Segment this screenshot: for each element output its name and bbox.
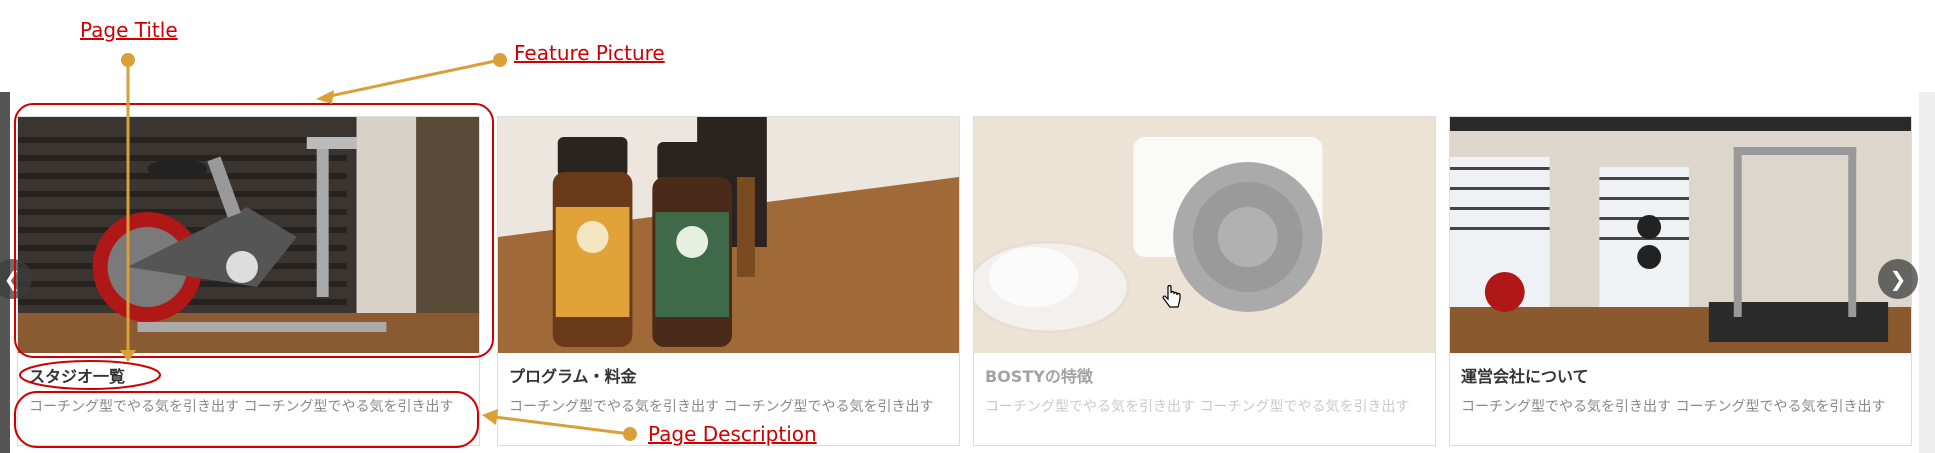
hand-pointer-icon xyxy=(1162,285,1181,308)
next-slide-button[interactable]: ❯ xyxy=(1878,259,1918,299)
page-title[interactable]: 運営会社について xyxy=(1461,363,1589,387)
page-title[interactable]: プログラム・料金 xyxy=(509,363,637,387)
annotation-feature-picture: Feature Picture xyxy=(514,41,665,65)
page-description: コーチング型でやる気を引き出す コーチング型でやる気を引き出す xyxy=(509,399,934,415)
page-description: コーチング型でやる気を引き出す コーチング型でやる気を引き出す xyxy=(1461,399,1886,415)
camera-photo[interactable] xyxy=(974,117,1435,353)
annotation-page-description: Page Description xyxy=(648,422,817,446)
card-slider: スタジオ一覧 コーチング型でやる気を引き出す コーチング型でやる気を引き出す プ… xyxy=(0,0,1935,453)
page-title[interactable]: BOSTYの特徴 xyxy=(985,363,1093,387)
page-card-studios[interactable]: スタジオ一覧 コーチング型でやる気を引き出す コーチング型でやる気を引き出す xyxy=(17,116,480,446)
page-card-company-info[interactable]: 運営会社について コーチング型でやる気を引き出す コーチング型でやる気を引き出す xyxy=(1449,116,1912,446)
page-card-program-pricing[interactable]: プログラム・料金 コーチング型でやる気を引き出す コーチング型でやる気を引き出す xyxy=(497,116,960,446)
exercise-bike-photo[interactable] xyxy=(18,117,479,353)
chevron-right-icon: ❯ xyxy=(1889,267,1907,291)
page-card-bosty-features[interactable]: BOSTYの特徴 コーチング型でやる気を引き出す コーチング型でやる気を引き出す xyxy=(973,116,1436,446)
page-description: コーチング型でやる気を引き出す コーチング型でやる気を引き出す xyxy=(29,399,454,415)
essential-oil-bottles-photo[interactable] xyxy=(498,117,959,353)
gym-interior-photo[interactable] xyxy=(1450,117,1911,353)
page-title[interactable]: スタジオ一覧 xyxy=(29,363,125,387)
page-description: コーチング型でやる気を引き出す コーチング型でやる気を引き出す xyxy=(985,399,1410,415)
annotation-page-title: Page Title xyxy=(80,18,178,42)
chevron-left-icon: ❮ xyxy=(3,267,21,291)
